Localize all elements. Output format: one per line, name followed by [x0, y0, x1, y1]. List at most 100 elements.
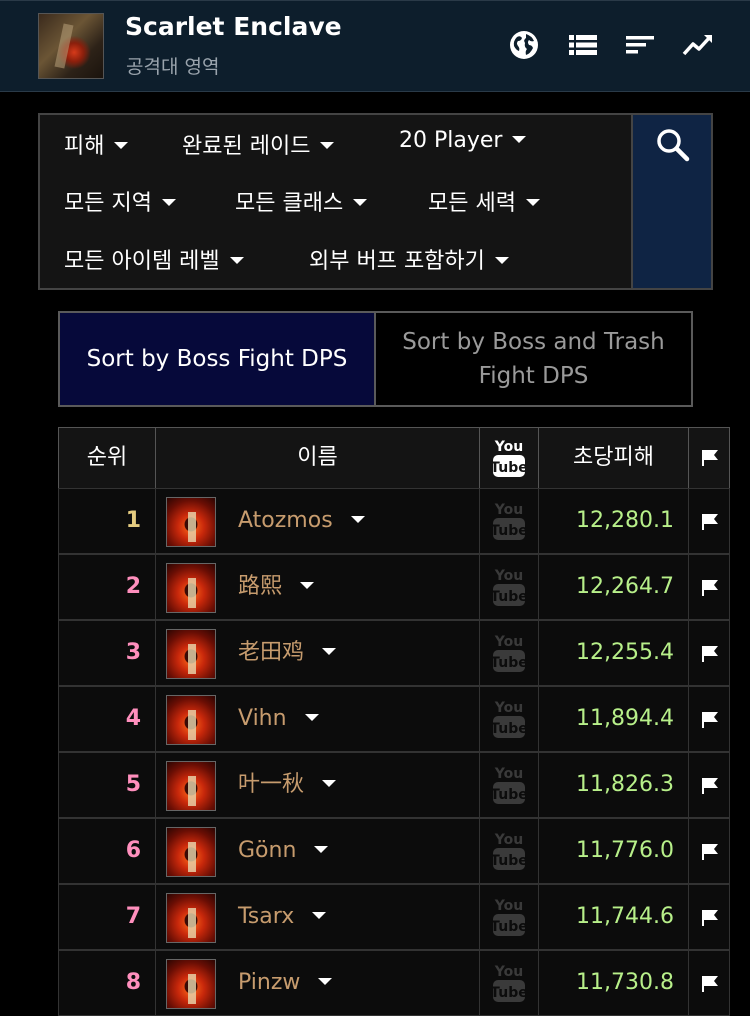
caret-down-icon	[314, 845, 329, 853]
svg-text:You: You	[494, 700, 523, 716]
rank-cell: 2	[58, 554, 156, 620]
youtube-cell[interactable]: You Tube	[479, 818, 539, 884]
trend-icon[interactable]	[682, 29, 714, 61]
report-flag-icon[interactable]	[701, 513, 719, 531]
flag-cell[interactable]	[688, 950, 730, 1016]
svg-text:You: You	[494, 832, 523, 848]
player-name[interactable]: Tsarx	[238, 885, 327, 949]
youtube-cell[interactable]: You Tube	[479, 752, 539, 818]
filter-raid-size[interactable]: 20 Player	[399, 128, 527, 153]
player-cell[interactable]: Atozmos	[155, 488, 480, 554]
filter-metric[interactable]: 피해	[64, 128, 129, 160]
spec-avatar-icon	[166, 827, 216, 877]
player-cell[interactable]: Vihn	[155, 686, 480, 752]
caret-down-icon	[322, 779, 337, 787]
report-flag-icon[interactable]	[701, 645, 719, 663]
flag-cell[interactable]	[688, 752, 730, 818]
caret-down-icon	[320, 141, 335, 149]
report-flag-icon[interactable]	[701, 843, 719, 861]
youtube-icon: You Tube	[492, 700, 526, 738]
flag-cell[interactable]	[688, 620, 730, 686]
column-header-name[interactable]: 이름	[155, 427, 480, 489]
player-name[interactable]: 老田鸡	[238, 621, 337, 685]
youtube-cell[interactable]: You Tube	[479, 620, 539, 686]
zone-icon	[38, 13, 104, 79]
report-flag-icon[interactable]	[701, 975, 719, 993]
player-name[interactable]: Pinzw	[238, 951, 333, 1015]
report-flag-icon[interactable]	[701, 711, 719, 729]
svg-text:Tube: Tube	[492, 523, 526, 539]
flag-cell[interactable]	[688, 554, 730, 620]
report-flag-icon[interactable]	[701, 909, 719, 927]
rank-cell: 4	[58, 686, 156, 752]
table-row: 1 Atozmos You Tube 12,280.1	[58, 488, 730, 554]
column-header-rank[interactable]: 순위	[58, 427, 156, 489]
caret-down-icon	[304, 713, 319, 721]
filter-external-buffs[interactable]: 외부 버프 포함하기	[309, 243, 509, 275]
column-header-flag	[688, 427, 730, 489]
table-row: 5 叶一秋 You Tube 11,826.3	[58, 752, 730, 818]
flag-cell[interactable]	[688, 686, 730, 752]
youtube-icon: You Tube	[492, 568, 526, 606]
caret-down-icon	[494, 256, 509, 264]
player-cell[interactable]: Tsarx	[155, 884, 480, 950]
player-cell[interactable]: Gönn	[155, 818, 480, 884]
svg-text:Tube: Tube	[492, 655, 526, 671]
youtube-cell[interactable]: You Tube	[479, 950, 539, 1016]
player-name[interactable]: 叶一秋	[238, 753, 337, 817]
player-name[interactable]: Gönn	[238, 819, 329, 883]
page-title: Scarlet Enclave	[125, 12, 342, 41]
spec-avatar-icon	[166, 695, 216, 745]
table-row: 8 Pinzw You Tube 11,730.8	[58, 950, 730, 1016]
rank-cell: 7	[58, 884, 156, 950]
caret-down-icon	[350, 515, 365, 523]
svg-text:You: You	[494, 634, 523, 650]
zone-header: Scarlet Enclave 공격대 영역	[0, 0, 750, 92]
rank-cell: 3	[58, 620, 156, 686]
dps-cell: 11,894.4	[538, 686, 689, 752]
filter-region[interactable]: 모든 지역	[64, 185, 176, 217]
youtube-icon: You Tube	[492, 439, 526, 477]
youtube-cell[interactable]: You Tube	[479, 554, 539, 620]
filter-faction[interactable]: 모든 세력	[428, 185, 540, 217]
youtube-cell[interactable]: You Tube	[479, 686, 539, 752]
tab-sort-boss-dps[interactable]: Sort by Boss Fight DPS	[58, 311, 376, 407]
globe-icon[interactable]	[508, 29, 540, 61]
svg-text:You: You	[494, 439, 523, 455]
player-name[interactable]: 路熙	[238, 555, 315, 619]
flag-cell[interactable]	[688, 884, 730, 950]
player-name[interactable]: Atozmos	[238, 489, 365, 553]
flag-cell[interactable]	[688, 818, 730, 884]
list-view-icon[interactable]	[567, 29, 599, 61]
rankings-bars-icon[interactable]	[624, 29, 656, 61]
table-row: 7 Tsarx You Tube 11,744.6	[58, 884, 730, 950]
report-flag-icon[interactable]	[701, 777, 719, 795]
rank-cell: 1	[58, 488, 156, 554]
rank-cell: 6	[58, 818, 156, 884]
svg-text:Tube: Tube	[492, 589, 526, 605]
youtube-cell[interactable]: You Tube	[479, 884, 539, 950]
report-flag-icon[interactable]	[701, 579, 719, 597]
youtube-icon: You Tube	[492, 634, 526, 672]
player-cell[interactable]: 路熙	[155, 554, 480, 620]
filter-panel: 피해 완료된 레이드 20 Player 모든 지역 모든 클래스 모든 세력 …	[38, 113, 633, 290]
column-header-dps[interactable]: 초당피해	[538, 427, 689, 489]
svg-text:You: You	[494, 964, 523, 980]
youtube-cell[interactable]: You Tube	[479, 488, 539, 554]
player-cell[interactable]: 老田鸡	[155, 620, 480, 686]
caret-down-icon	[312, 911, 327, 919]
tab-sort-boss-trash-dps[interactable]: Sort by Boss and Trash Fight DPS	[374, 311, 693, 407]
player-cell[interactable]: Pinzw	[155, 950, 480, 1016]
player-name[interactable]: Vihn	[238, 687, 319, 751]
flag-icon	[702, 450, 718, 466]
filter-item-level[interactable]: 모든 아이템 레벨	[64, 243, 244, 275]
svg-text:Tube: Tube	[492, 985, 526, 1001]
player-cell[interactable]: 叶一秋	[155, 752, 480, 818]
rank-cell: 5	[58, 752, 156, 818]
search-button[interactable]	[631, 113, 713, 290]
filter-raid-status[interactable]: 완료된 레이드	[182, 128, 335, 160]
filter-class[interactable]: 모든 클래스	[235, 185, 368, 217]
dps-cell: 11,730.8	[538, 950, 689, 1016]
spec-avatar-icon	[166, 959, 216, 1009]
flag-cell[interactable]	[688, 488, 730, 554]
